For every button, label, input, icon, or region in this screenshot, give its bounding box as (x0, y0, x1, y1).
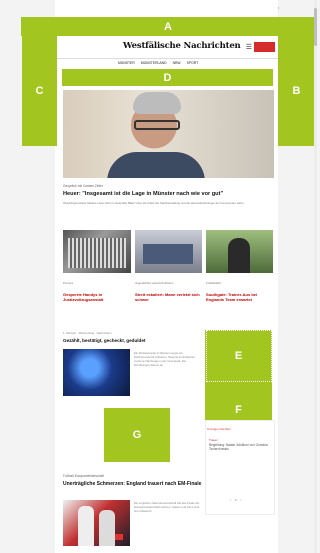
hero-image-hair (133, 92, 181, 114)
hamburger-icon[interactable]: ☰ (246, 43, 252, 51)
ad-slot-a[interactable]: A (21, 17, 315, 36)
nav-item-muensterland[interactable]: MÜNSTERLAND (141, 61, 167, 65)
carousel-dots[interactable]: • ● • (230, 497, 242, 502)
nav-item-sport[interactable]: SPORT (187, 61, 199, 65)
brand-badge[interactable] (254, 42, 275, 52)
tile-1-kicker: Prozess (63, 281, 74, 285)
hero-image[interactable] (63, 90, 274, 178)
hero-headline[interactable]: Heuer: "Insgesamt ist die Lage in Münste… (63, 191, 273, 197)
section-story-image[interactable] (63, 349, 130, 396)
nav-item-nrw[interactable]: NRW (173, 61, 181, 65)
sidebar-title[interactable]: Anzeigen Sterben (207, 427, 231, 431)
lower-kicker: Fußball-Europameisterschaft (63, 474, 104, 478)
lower-story-text: Die englische Nationalmannschaft hat das… (134, 501, 200, 513)
sidebar-text[interactable]: Begleitung: Natale Jubiläum von Gundula … (209, 443, 271, 451)
section-story-text: Ein Polizeieinsatz in Münster sorgte am … (134, 351, 195, 367)
tile-1-image[interactable] (63, 230, 131, 273)
tile-1-image-detail (68, 238, 126, 268)
section-kicker: 1. Münster · Münsterland · Nachrichten (63, 331, 112, 335)
tile-3-image[interactable] (206, 230, 273, 273)
tile-3-image-detail (228, 238, 250, 273)
masthead: Westfälische Nachrichten ☰ (57, 36, 278, 59)
ad-slot-c[interactable]: C (22, 36, 57, 146)
lower-story-image-player1 (78, 506, 94, 546)
ad-slot-d[interactable]: D (62, 69, 273, 86)
lower-story-image[interactable] (63, 500, 130, 546)
lower-story-image-player2 (99, 510, 115, 546)
ad-slot-b[interactable]: B (278, 36, 315, 146)
lower-headline[interactable]: Unerträgliche Schmerzen: England trauert… (63, 481, 203, 487)
tile-2-title[interactable]: Streit eskaliert: Mann verletzt sich sch… (135, 292, 201, 302)
tile-3-kicker: Fußball-EM (206, 281, 221, 285)
ad-slot-f-label: F (235, 403, 242, 416)
nav-item-muenster[interactable]: MÜNSTER (118, 61, 135, 65)
ad-slot-g-label: G (132, 429, 142, 441)
tile-1-title[interactable]: Gesperrte Handys in Justizvollzugsanstal… (63, 292, 129, 302)
hero-kicker: Gespräch mit Carsten Zeller (63, 184, 103, 188)
tile-2-image-detail (143, 244, 193, 264)
site-logo[interactable]: Westfälische Nachrichten (123, 41, 241, 51)
tile-2-kicker: Jugendlicher verletzt Polizisten (135, 281, 174, 285)
scrollbar-track[interactable] (314, 0, 317, 553)
scrollbar-thumb[interactable] (314, 8, 317, 46)
ad-slot-b-label: B (292, 85, 301, 97)
hero-image-glasses (134, 120, 180, 130)
ad-slot-d-label: D (163, 71, 172, 84)
ad-slot-a-label: A (164, 20, 172, 33)
ad-slot-g[interactable]: G (104, 408, 170, 462)
ad-slot-e-border (206, 330, 272, 382)
sidebar-label: Trauer (209, 438, 218, 442)
tile-3-title[interactable]: Southgate: Trainer-Aus bei Englands Team… (206, 292, 272, 302)
main-navigation: MÜNSTER MÜNSTERLAND NRW SPORT (57, 59, 278, 67)
section-title[interactable]: Gezählt, bestätigt, gecheckt, geduldet (63, 338, 145, 343)
ad-slot-c-label: C (35, 85, 44, 97)
hero-teaser: Oberbürgermeister Markus Lewe zieht im G… (63, 201, 245, 205)
play-icon[interactable] (115, 534, 123, 540)
tile-2-image[interactable] (135, 230, 202, 273)
